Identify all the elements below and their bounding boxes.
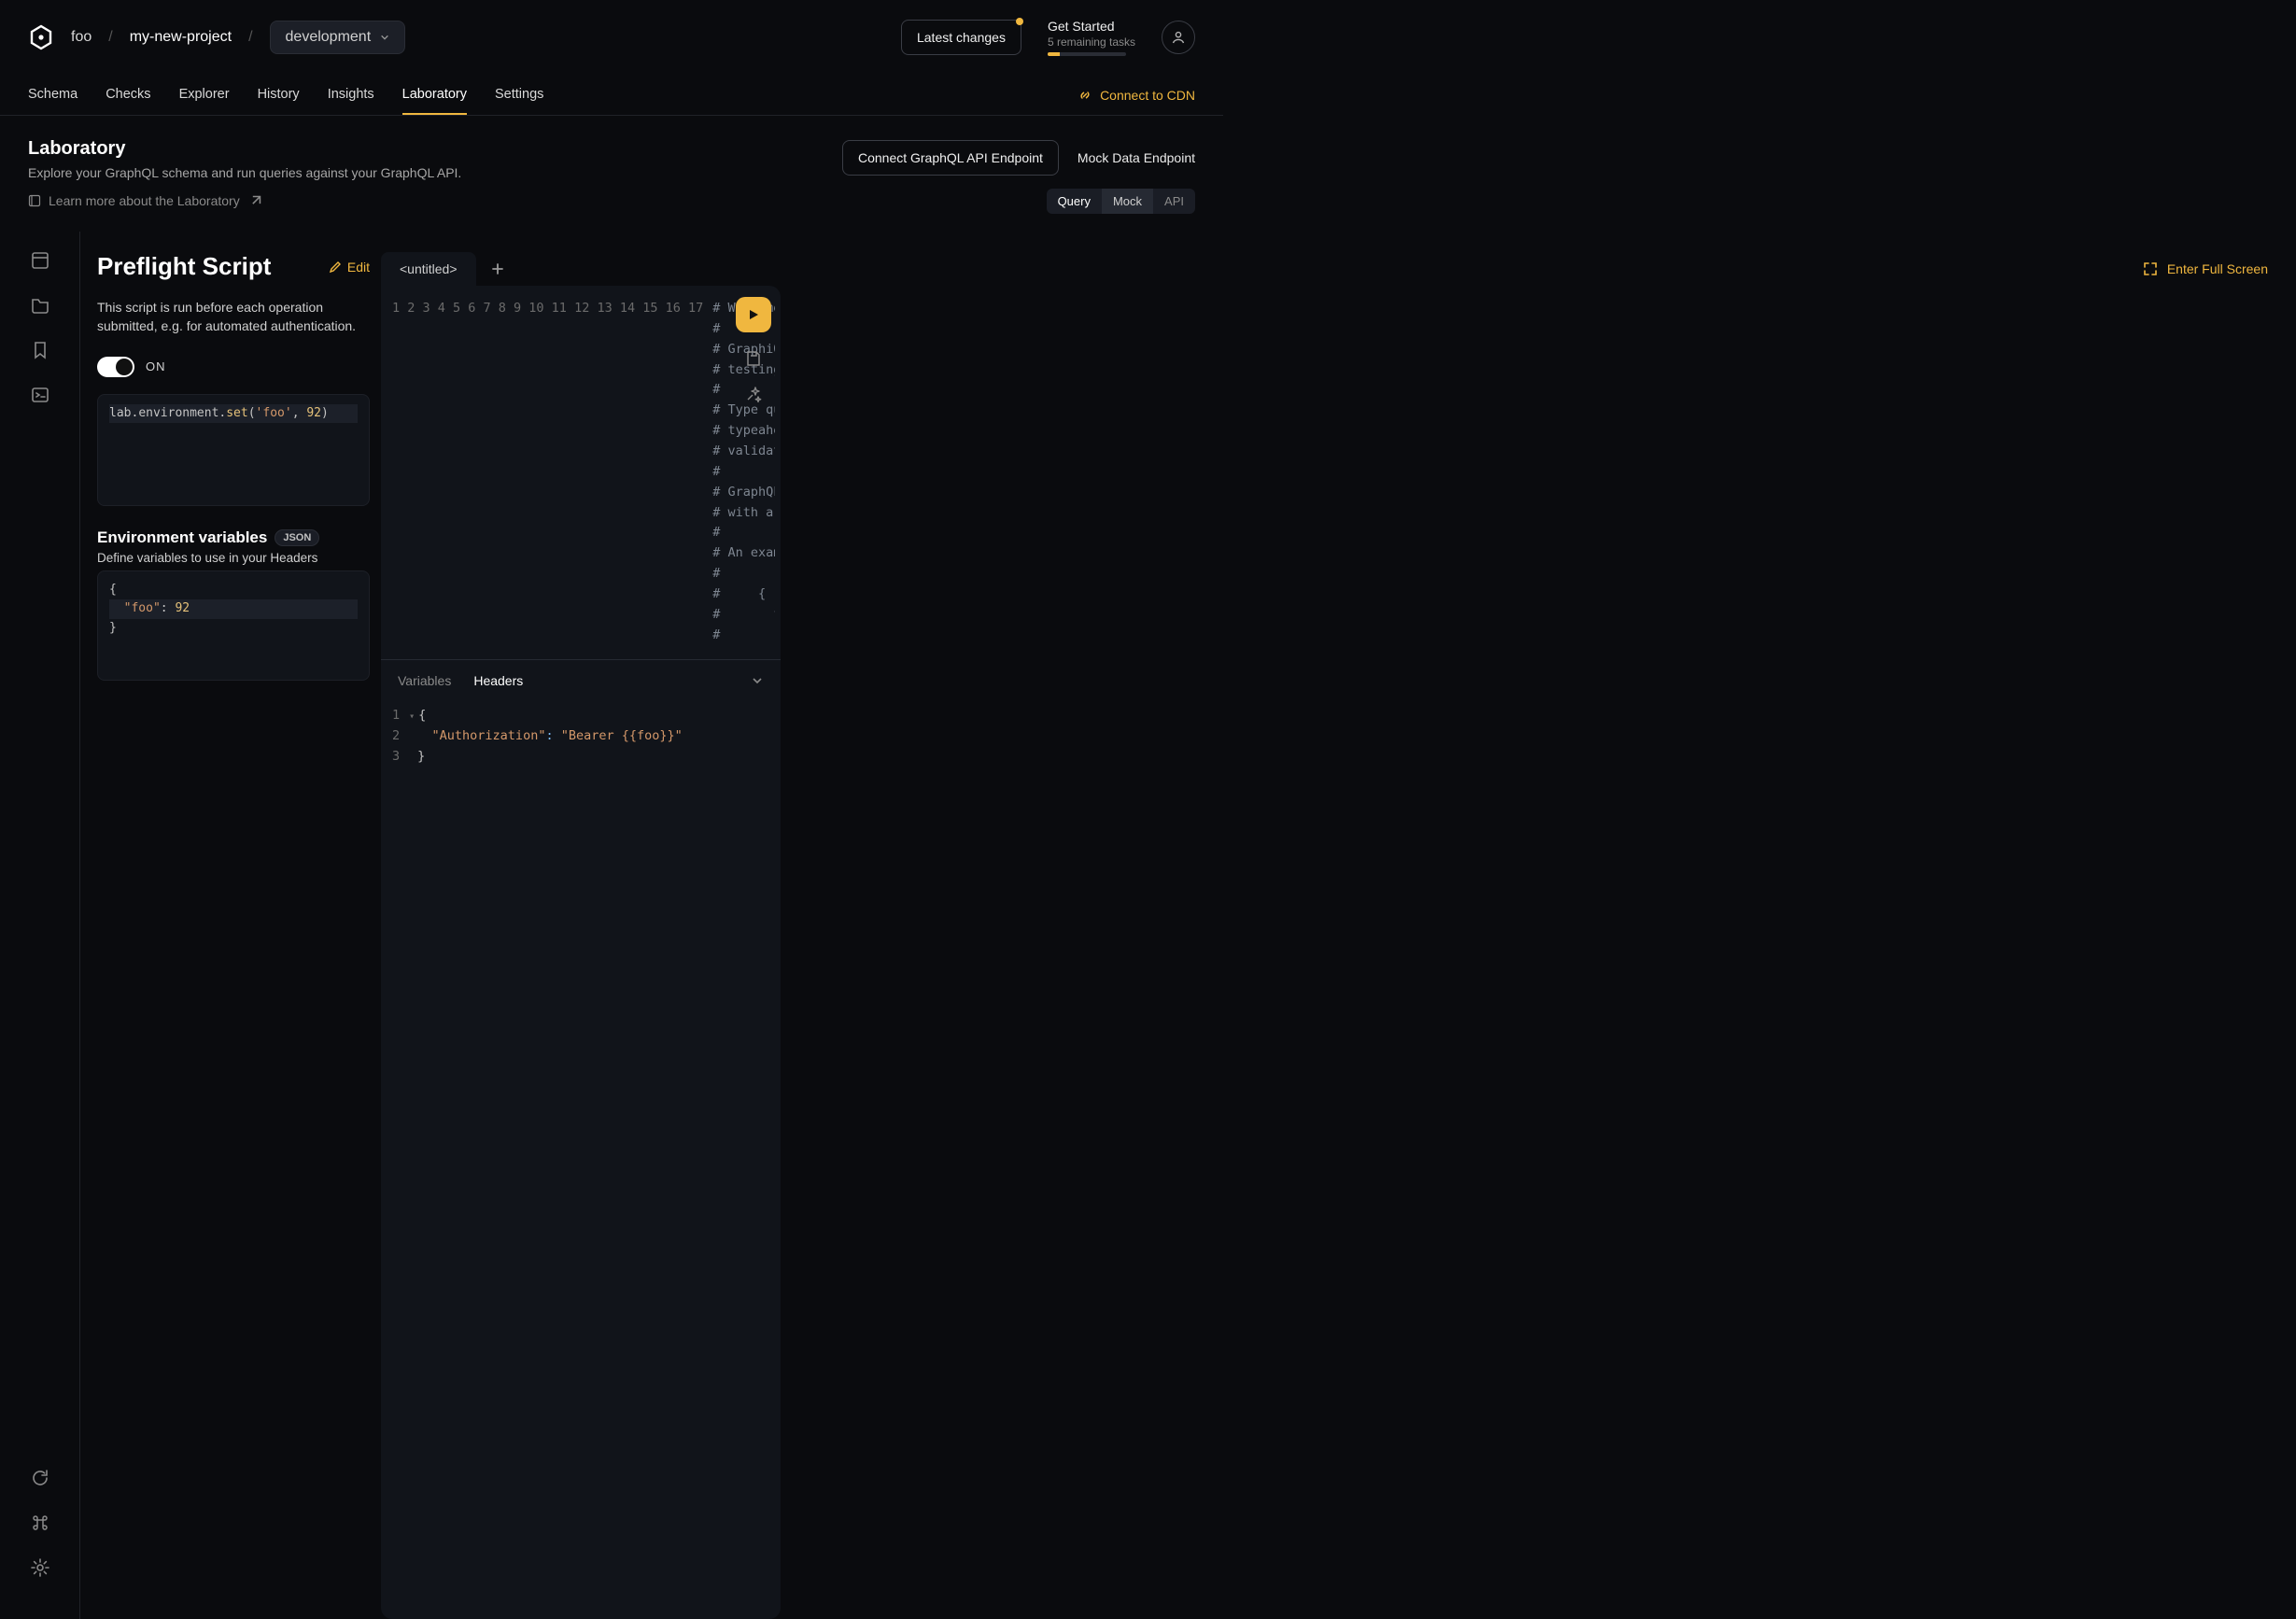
headers-tab[interactable]: Headers <box>473 673 523 688</box>
mock-endpoint-link[interactable]: Mock Data Endpoint <box>1078 150 1195 165</box>
tab-insights[interactable]: Insights <box>328 75 374 115</box>
code-token: 92 <box>306 406 321 420</box>
preflight-edit-label: Edit <box>347 260 370 275</box>
preflight-code[interactable]: lab.environment.set('foo', 92) <box>97 394 370 506</box>
seg-api[interactable]: API <box>1153 189 1195 214</box>
env-vars-code[interactable]: { "foo": 92 } <box>97 570 370 681</box>
env-vars-sub: Define variables to use in your Headers <box>97 551 370 565</box>
pencil-icon <box>329 260 342 274</box>
endpoint-mode-segmented: Query Mock API <box>1047 189 1195 214</box>
tab-history[interactable]: History <box>258 75 300 115</box>
env-selector[interactable]: development <box>270 21 406 54</box>
env-selector-label: development <box>286 29 372 46</box>
enter-fullscreen-button[interactable]: Enter Full Screen <box>2143 261 2268 276</box>
get-started-title: Get Started <box>1048 19 1135 34</box>
tab-laboratory[interactable]: Laboratory <box>402 75 467 115</box>
latest-changes-label: Latest changes <box>917 30 1006 45</box>
get-started-progress <box>1048 52 1126 56</box>
editor-tab[interactable]: <untitled> <box>381 252 476 286</box>
get-started-widget[interactable]: Get Started 5 remaining tasks <box>1048 19 1135 56</box>
preflight-description: This script is run before each operation… <box>97 298 370 336</box>
book-icon <box>28 194 41 207</box>
preflight-edit-button[interactable]: Edit <box>329 260 370 275</box>
headers-editor[interactable]: ▾{ "Authorization": "Bearer {{foo}}"} <box>409 705 683 767</box>
preflight-toggle-label: ON <box>146 359 166 373</box>
graphiql-icon-rail <box>0 232 80 1619</box>
code-token: "foo" <box>124 601 161 615</box>
variables-tab[interactable]: Variables <box>398 673 451 688</box>
chevron-down-icon <box>380 33 389 42</box>
code-token: "Authorization" <box>432 728 546 743</box>
play-icon <box>747 308 760 321</box>
rail-shortcuts-icon[interactable] <box>30 1513 50 1533</box>
save-query-icon[interactable] <box>744 349 763 368</box>
notification-dot <box>1016 18 1023 25</box>
rail-refetch-icon[interactable] <box>30 1468 50 1488</box>
env-vars-title: Environment variables <box>97 528 267 547</box>
line-numbers: 1 2 3 4 5 6 7 8 9 10 11 12 13 14 15 16 1… <box>387 295 712 646</box>
enter-fullscreen-label: Enter Full Screen <box>2167 261 2268 276</box>
app-logo[interactable] <box>28 24 54 50</box>
line-numbers: 123 <box>392 705 409 767</box>
breadcrumb-org[interactable]: foo <box>71 29 92 46</box>
tab-explorer[interactable]: Explorer <box>179 75 230 115</box>
user-icon <box>1171 30 1186 45</box>
breadcrumb-sep: / <box>108 29 112 46</box>
connect-cdn-label: Connect to CDN <box>1100 88 1195 103</box>
run-query-button[interactable] <box>736 297 771 332</box>
seg-query[interactable]: Query <box>1047 189 1102 214</box>
add-tab-button[interactable] <box>484 257 512 281</box>
code-token: "Bearer {{foo}}" <box>561 728 683 743</box>
preflight-toggle[interactable] <box>97 357 134 377</box>
learn-more-link[interactable]: Learn more about the Laboratory <box>28 193 461 208</box>
tab-settings[interactable]: Settings <box>495 75 543 115</box>
get-started-sub: 5 remaining tasks <box>1048 35 1135 49</box>
code-token: lab <box>109 406 131 420</box>
rail-settings-icon[interactable] <box>30 1557 50 1578</box>
page-subtitle: Explore your GraphQL schema and run quer… <box>28 165 461 180</box>
rail-bookmark-icon[interactable] <box>30 340 50 360</box>
tab-checks[interactable]: Checks <box>106 75 150 115</box>
json-badge: JSON <box>275 529 319 546</box>
fullscreen-icon <box>2143 261 2158 276</box>
connect-api-endpoint-button[interactable]: Connect GraphQL API Endpoint <box>842 140 1059 176</box>
link-icon <box>1078 88 1092 103</box>
plus-icon <box>491 262 504 275</box>
prettify-icon[interactable] <box>744 385 763 403</box>
rail-preflight-icon[interactable] <box>30 385 50 405</box>
chevron-down-icon[interactable] <box>751 674 764 687</box>
breadcrumb-project[interactable]: my-new-project <box>130 29 232 46</box>
breadcrumb-sep: / <box>248 29 252 46</box>
latest-changes-button[interactable]: Latest changes <box>901 20 1021 55</box>
page-title: Laboratory <box>28 138 461 160</box>
user-avatar[interactable] <box>1162 21 1195 54</box>
code-token: 'foo' <box>256 406 292 420</box>
rail-docs-icon[interactable] <box>30 250 50 271</box>
rail-explorer-icon[interactable] <box>30 295 50 316</box>
preflight-title: Preflight Script <box>97 252 271 281</box>
learn-more-label: Learn more about the Laboratory <box>49 193 240 208</box>
code-token: set <box>226 406 247 420</box>
connect-cdn-link[interactable]: Connect to CDN <box>1078 88 1195 103</box>
code-token: 92 <box>175 601 190 615</box>
external-link-icon <box>249 194 262 207</box>
tab-schema[interactable]: Schema <box>28 75 77 115</box>
seg-mock[interactable]: Mock <box>1102 189 1153 214</box>
code-token: environment <box>138 406 218 420</box>
graphiql-editor: 1 2 3 4 5 6 7 8 9 10 11 12 13 14 15 16 1… <box>381 286 781 1619</box>
